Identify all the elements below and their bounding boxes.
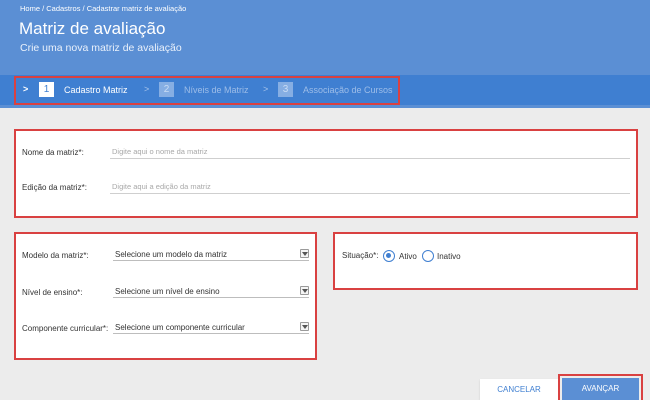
radio-ativo[interactable] xyxy=(383,250,395,262)
edicao-input[interactable] xyxy=(110,180,630,194)
nome-label: Nome da matriz*: xyxy=(22,148,84,157)
modelo-selected-value: Selecione um modelo da matriz xyxy=(115,250,228,259)
componente-selected-value: Selecione um componente curricular xyxy=(115,323,245,332)
radio-inativo-label[interactable]: Inativo xyxy=(437,252,461,261)
nivel-label: Nível de ensino*: xyxy=(22,288,83,297)
edicao-label: Edição da matriz*: xyxy=(22,183,87,192)
modelo-label: Modelo da matriz*: xyxy=(22,251,89,260)
radio-ativo-label[interactable]: Ativo xyxy=(399,252,417,261)
nome-input[interactable] xyxy=(110,145,630,159)
situacao-label: Situação*: xyxy=(342,251,379,260)
nivel-selected-value: Selecione um nível de ensino xyxy=(115,287,220,296)
status-card xyxy=(333,232,638,290)
next-button[interactable]: AVANÇAR xyxy=(562,378,639,400)
cancel-button[interactable]: CANCELAR xyxy=(480,379,558,400)
matrix-info-card xyxy=(14,129,638,218)
breadcrumb[interactable]: Home / Cadastros / Cadastrar matriz de a… xyxy=(20,4,186,13)
nivel-select[interactable]: Selecione um nível de ensino xyxy=(113,284,309,298)
radio-inativo[interactable] xyxy=(422,250,434,262)
modelo-select[interactable]: Selecione um modelo da matriz xyxy=(113,247,309,261)
steps-highlight-box xyxy=(14,76,400,105)
page-subtitle: Crie uma nova matriz de avaliação xyxy=(20,42,182,54)
componente-label: Componente curricular*: xyxy=(22,324,109,333)
page-title: Matriz de avaliação xyxy=(19,19,166,38)
componente-select[interactable]: Selecione um componente curricular xyxy=(113,320,309,334)
chevron-down-icon[interactable] xyxy=(300,322,309,331)
chevron-down-icon[interactable] xyxy=(300,286,309,295)
chevron-down-icon[interactable] xyxy=(300,249,309,258)
